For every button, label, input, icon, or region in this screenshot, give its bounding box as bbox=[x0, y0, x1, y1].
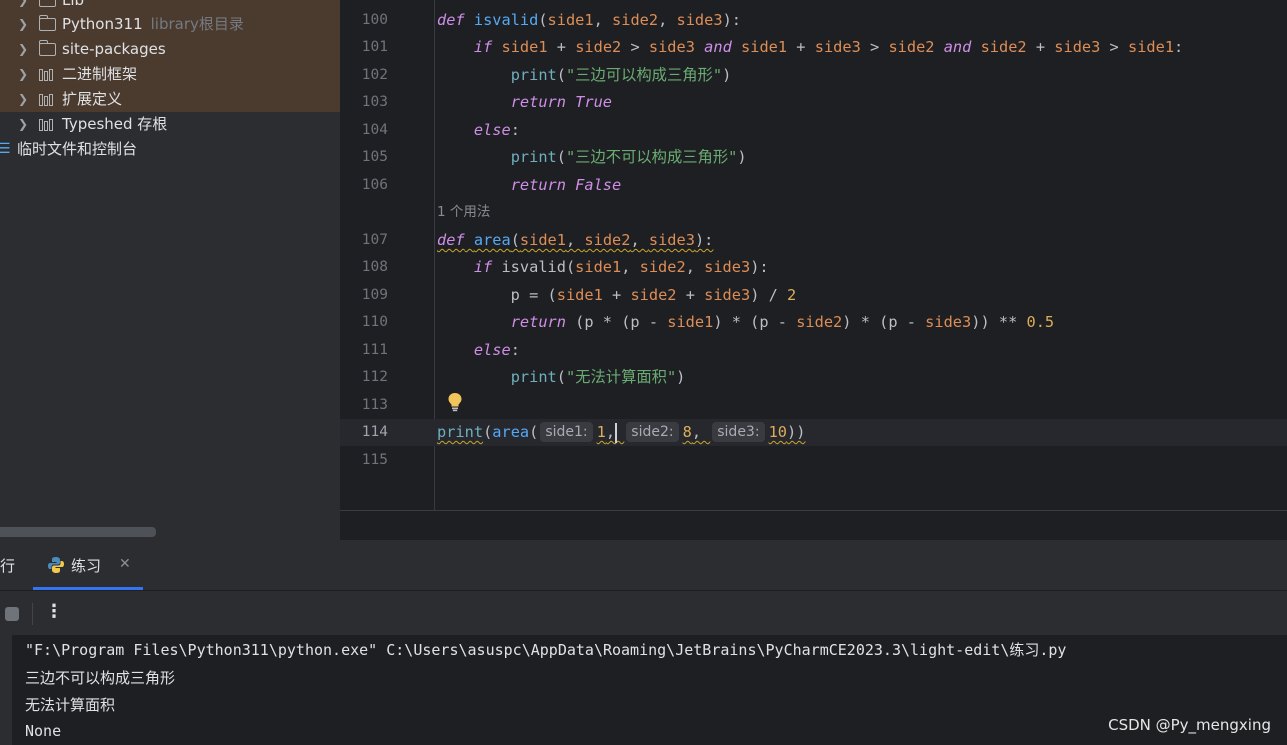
param-hint: side3: bbox=[712, 422, 765, 442]
tree-item-label: 二进制框架 bbox=[62, 65, 138, 83]
tree-item-label: 扩展定义 bbox=[62, 90, 123, 108]
code-line[interactable]: 102 print("三边可以构成三角形") bbox=[340, 62, 1287, 89]
tree-item-label: 临时文件和控制台 bbox=[17, 140, 138, 158]
watermark: CSDN @Py_mengxing bbox=[1108, 716, 1271, 734]
code-line[interactable]: 115 bbox=[340, 447, 1287, 474]
run-tab-partial-label[interactable]: 行 bbox=[0, 555, 15, 576]
code-line[interactable]: 105 print("三边不可以构成三角形") bbox=[340, 144, 1287, 171]
console-output-line: 三边不可以构成三角形 bbox=[25, 669, 176, 687]
line-number: 112 bbox=[361, 369, 388, 385]
code-line[interactable]: 101 if side1 + side2 > side3 and side1 +… bbox=[340, 34, 1287, 61]
line-number: 105 bbox=[361, 149, 388, 165]
code-line[interactable]: 108 if isvalid(side1, side2, side3): bbox=[340, 254, 1287, 281]
argument: 8 bbox=[682, 423, 692, 441]
more-options-icon[interactable]: ⋮ bbox=[45, 601, 63, 622]
tree-item-python311[interactable]: ❯ Python311 library根目录 bbox=[0, 12, 340, 37]
line-number: 101 bbox=[361, 39, 388, 55]
tree-item-label: site-packages bbox=[62, 40, 166, 58]
project-tree: ❯ Lib ❯ Python311 library根目录 ❯ site-packa… bbox=[0, 0, 340, 540]
usage-inlay-hint[interactable]: 1 个用法 bbox=[437, 199, 490, 226]
line-number: 107 bbox=[361, 232, 388, 248]
code-line[interactable]: 107 def area(side1, side2, side3): bbox=[340, 227, 1287, 254]
library-icon bbox=[39, 118, 56, 131]
line-number: 102 bbox=[361, 67, 388, 83]
text-caret bbox=[615, 423, 617, 443]
tree-item-scratches[interactable]: ☰ 临时文件和控制台 bbox=[0, 137, 340, 162]
chevron-right-icon[interactable]: ❯ bbox=[17, 62, 29, 87]
string-literal: "三边可以构成三角形" bbox=[565, 66, 723, 84]
chevron-right-icon[interactable]: ❯ bbox=[17, 12, 29, 37]
run-tab-exercise[interactable]: 练习 ✕ bbox=[33, 540, 143, 590]
line-number: 100 bbox=[361, 12, 388, 28]
tree-item-site-packages[interactable]: ❯ site-packages bbox=[0, 37, 340, 62]
stop-icon[interactable] bbox=[5, 607, 19, 621]
console-command-line: "F:\Program Files\Python311\python.exe" … bbox=[25, 641, 1067, 659]
run-tab-label: 练习 bbox=[71, 557, 102, 575]
chevron-right-icon[interactable]: ❯ bbox=[17, 87, 29, 112]
folder-icon bbox=[38, 40, 56, 56]
line-number: 115 bbox=[361, 452, 388, 468]
string-literal: "无法计算面积" bbox=[565, 368, 677, 386]
close-icon[interactable]: ✕ bbox=[119, 556, 131, 572]
python-icon bbox=[48, 557, 64, 573]
constant: True bbox=[575, 93, 613, 111]
argument: 10 bbox=[768, 423, 787, 441]
code-line[interactable]: 111 else: bbox=[340, 337, 1287, 364]
line-number: 103 bbox=[361, 94, 388, 110]
code-line[interactable]: 103 return True bbox=[340, 89, 1287, 116]
toolbar-separator bbox=[32, 603, 33, 625]
lightbulb-icon[interactable] bbox=[447, 392, 463, 412]
number-literal: 2 bbox=[787, 286, 797, 304]
line-number: 109 bbox=[361, 287, 388, 303]
number-literal: 0.5 bbox=[1026, 313, 1055, 331]
chevron-right-icon[interactable]: ❯ bbox=[17, 37, 29, 62]
folder-icon bbox=[39, 0, 56, 7]
tree-item-typeshed[interactable]: ❯ Typeshed 存根 bbox=[0, 112, 340, 137]
tree-horizontal-scrollbar[interactable] bbox=[0, 527, 156, 537]
library-icon bbox=[39, 68, 56, 81]
code-line[interactable]: 113 bbox=[340, 392, 1287, 419]
chevron-right-icon[interactable]: ❯ bbox=[17, 112, 29, 137]
line-number: 113 bbox=[361, 397, 388, 413]
code-line-current[interactable]: 114 print(area(side1: 1, side2: 8, side3: 10… bbox=[340, 419, 1287, 446]
param-hint: side1: bbox=[540, 422, 593, 442]
tree-item-binary-frameworks[interactable]: ❯ 二进制框架 bbox=[0, 62, 340, 87]
console-output-line: 无法计算面积 bbox=[25, 696, 116, 714]
console-gutter bbox=[0, 635, 12, 745]
line-number: 108 bbox=[361, 259, 388, 275]
code-line[interactable]: 104 else: bbox=[340, 117, 1287, 144]
scratches-icon: ☰ bbox=[0, 141, 11, 157]
argument: 1 bbox=[596, 423, 606, 441]
code-line[interactable]: 109 p = (side1 + side2 + side3) / 2 bbox=[340, 282, 1287, 309]
code-line[interactable]: 106 return False bbox=[340, 172, 1287, 199]
constant: False bbox=[575, 176, 622, 194]
run-toolbar: ⋮ bbox=[0, 590, 1287, 635]
tree-item-sublabel: library根目录 bbox=[150, 15, 244, 33]
line-number: 110 bbox=[361, 314, 388, 330]
tree-item-label: Typeshed 存根 bbox=[62, 115, 168, 133]
line-number: 114 bbox=[361, 424, 388, 440]
line-number: 106 bbox=[361, 177, 388, 193]
tree-item-label: Python311 bbox=[62, 15, 143, 33]
line-number: 104 bbox=[361, 122, 388, 138]
folder-icon bbox=[38, 15, 56, 31]
editor-divider bbox=[340, 510, 1287, 511]
library-icon bbox=[39, 93, 56, 106]
tree-item-extension-definitions[interactable]: ❯ 扩展定义 bbox=[0, 87, 340, 112]
code-line[interactable]: 100 def isvalid(side1, side2, side3): bbox=[340, 7, 1287, 34]
string-literal: "三边不可以构成三角形" bbox=[565, 148, 738, 166]
run-tool-window-header bbox=[0, 540, 1287, 590]
param-hint: side2: bbox=[626, 422, 679, 442]
code-line[interactable]: 110 return (p * (p - side1) * (p - side2… bbox=[340, 309, 1287, 336]
line-number: 111 bbox=[361, 342, 388, 358]
console-output-line: None bbox=[25, 722, 62, 740]
code-line[interactable]: 112 print("无法计算面积") bbox=[340, 364, 1287, 391]
